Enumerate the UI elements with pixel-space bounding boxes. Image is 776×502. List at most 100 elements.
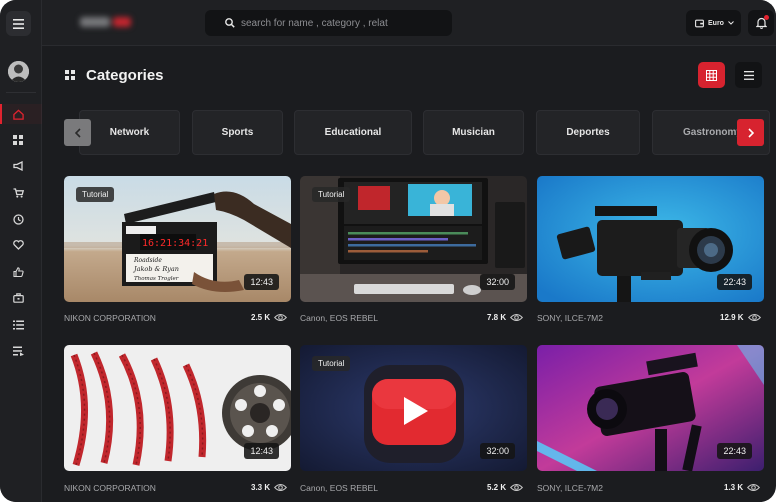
list-icon: [12, 320, 24, 330]
view-count-value: 5.2 K: [487, 483, 507, 492]
view-count: 12.9 K: [720, 313, 761, 322]
sidebar-item-home[interactable]: [10, 106, 26, 122]
hamburger-icon: [13, 18, 24, 29]
sidebar-divider: [6, 92, 36, 93]
chevron-left-icon: [74, 127, 81, 138]
sidebar-item-cart[interactable]: [10, 185, 26, 201]
eye-icon: [274, 484, 288, 491]
video-author[interactable]: SONY, ILCE-7M2: [537, 483, 603, 493]
chevron-down-icon: [728, 21, 734, 25]
page-title: Categories: [86, 67, 164, 84]
megaphone-icon: [12, 161, 23, 171]
menu-button[interactable]: [6, 11, 31, 36]
category-network[interactable]: Network: [79, 110, 180, 155]
sidebar-item-list[interactable]: [10, 317, 26, 333]
sidebar-item-announcements[interactable]: [10, 158, 26, 174]
category-label: Network: [109, 127, 150, 138]
video-author[interactable]: SONY, ILCE-7M2: [537, 313, 603, 323]
view-count-value: 7.8 K: [487, 313, 507, 322]
video-author[interactable]: NIKON CORPORATION: [64, 483, 156, 493]
avatar[interactable]: [8, 61, 29, 82]
view-count: 2.5 K: [251, 313, 288, 322]
category-musician[interactable]: Musician: [423, 110, 524, 155]
search-icon: [225, 18, 235, 28]
notifications-button[interactable]: [748, 10, 774, 36]
tutorial-tag: Tutorial: [312, 356, 351, 371]
wallet-icon: [695, 19, 704, 27]
category-deportes[interactable]: Deportes: [536, 110, 640, 155]
categories-next-button[interactable]: [737, 119, 764, 146]
slate-timecode: 16:21:34:21: [142, 238, 208, 249]
category-sports[interactable]: Sports: [192, 110, 283, 155]
notification-badge: [764, 15, 769, 20]
chevron-right-icon: [747, 127, 754, 138]
playlist-icon: [12, 346, 24, 356]
search-input[interactable]: [241, 17, 431, 29]
slate-director: Thomas Trogler: [134, 276, 179, 282]
video-author[interactable]: Canon, EOS REBEL: [300, 313, 378, 323]
sidebar-item-dashboard[interactable]: [10, 132, 26, 148]
sidebar-item-briefcase[interactable]: [10, 290, 26, 306]
currency-selector[interactable]: Euro: [686, 10, 741, 36]
slate-names: Jakob & Ryan: [132, 265, 179, 273]
eye-icon: [274, 314, 288, 321]
heart-icon: [12, 240, 24, 250]
view-count-value: 2.5 K: [251, 313, 271, 322]
briefcase-icon: [12, 293, 24, 303]
app-frame: Euro Categories Network Sports Education…: [0, 0, 776, 502]
sidebar-item-favorites[interactable]: [10, 237, 26, 253]
duration-badge: 32:00: [480, 274, 515, 290]
category-educational[interactable]: Educational: [294, 110, 412, 155]
view-count-value: 1.3 K: [724, 483, 744, 492]
video-card-thumbnail[interactable]: 16:21:34:21 Roadside Jakob & Ryan Thomas…: [64, 176, 291, 302]
brand-logo[interactable]: [80, 17, 136, 29]
list-view-button[interactable]: [735, 62, 762, 88]
eye-icon: [510, 484, 524, 491]
dashboard-icon: [13, 135, 23, 145]
sidebar-item-playlist[interactable]: [10, 343, 26, 359]
view-count: 5.2 K: [487, 483, 524, 492]
video-author[interactable]: Canon, EOS REBEL: [300, 483, 378, 493]
thumbs-up-icon: [12, 267, 24, 277]
duration-badge: 12:43: [244, 443, 279, 459]
view-count-value: 3.3 K: [251, 483, 271, 492]
category-label: Sports: [221, 127, 254, 138]
view-count-value: 12.9 K: [720, 313, 744, 322]
sidebar: [0, 0, 42, 502]
video-card-thumbnail[interactable]: 22:43: [537, 345, 764, 471]
currency-label: Euro: [708, 19, 724, 27]
video-author[interactable]: NIKON CORPORATION: [64, 313, 156, 323]
tutorial-tag: Tutorial: [312, 187, 351, 202]
eye-icon: [747, 314, 761, 321]
top-bar: Euro: [42, 0, 776, 46]
duration-badge: 32:00: [480, 443, 515, 459]
view-count: 1.3 K: [724, 483, 761, 492]
category-label: Gastronomy: [683, 127, 742, 138]
home-icon: [12, 109, 24, 120]
cart-icon: [13, 188, 24, 198]
slate-roll: Roadside: [133, 257, 162, 264]
sidebar-item-history[interactable]: [10, 211, 26, 227]
search-bar[interactable]: [205, 10, 452, 36]
video-card-thumbnail[interactable]: Tutorial 32:00: [300, 345, 527, 471]
tutorial-tag: Tutorial: [76, 187, 115, 202]
list-view-icon: [743, 70, 754, 80]
clock-icon: [12, 213, 24, 225]
video-card-thumbnail[interactable]: Tutorial 32:00: [300, 176, 527, 302]
video-card-thumbnail[interactable]: 22:43: [537, 176, 764, 302]
grid-view-icon: [706, 69, 717, 81]
grid-view-button[interactable]: [698, 62, 725, 88]
category-label: Musician: [452, 127, 495, 138]
categories-grid-icon: [65, 70, 75, 80]
duration-badge: 22:43: [717, 274, 752, 290]
category-label: Deportes: [566, 127, 610, 138]
sidebar-item-liked[interactable]: [10, 264, 26, 280]
view-count: 3.3 K: [251, 483, 288, 492]
duration-badge: 22:43: [717, 443, 752, 459]
duration-badge: 12:43: [244, 274, 279, 290]
categories-prev-button[interactable]: [64, 119, 91, 146]
view-count: 7.8 K: [487, 313, 524, 322]
eye-icon: [747, 484, 761, 491]
video-card-thumbnail[interactable]: 12:43: [64, 345, 291, 471]
category-label: Educational: [324, 127, 382, 138]
